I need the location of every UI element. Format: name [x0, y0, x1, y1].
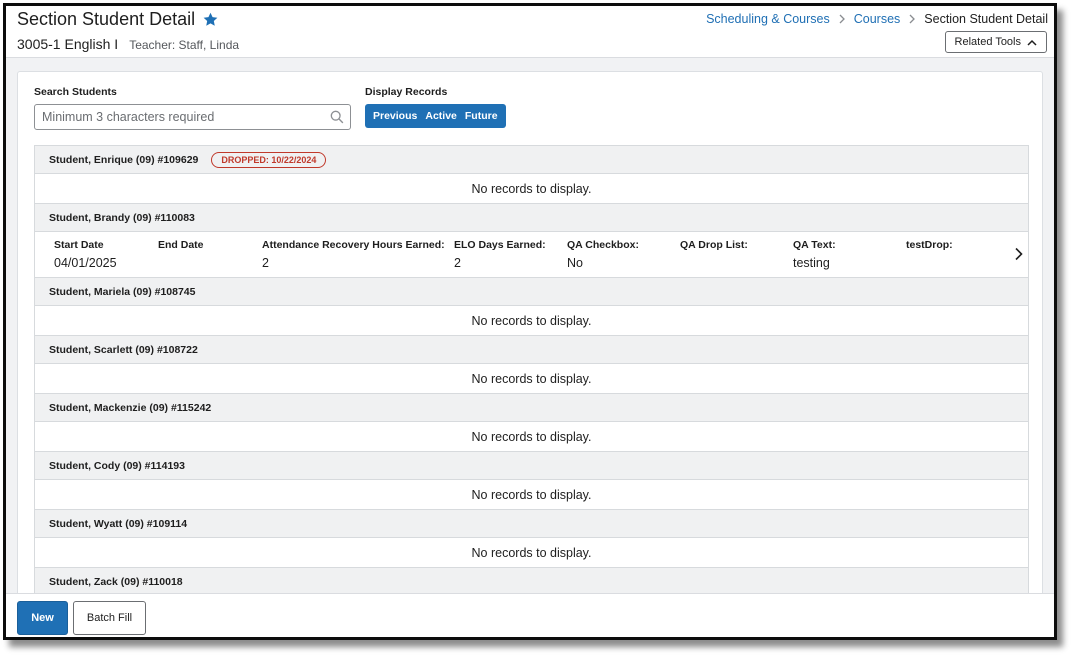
empty-records-row: No records to display.: [35, 538, 1028, 568]
empty-text: No records to display.: [471, 429, 592, 444]
display-records-label: Display Records: [365, 86, 448, 98]
student-header-row[interactable]: Student, Mariela (09) #108745: [35, 278, 1028, 306]
col-end-date-header: End Date: [158, 239, 204, 251]
col-qa-text-header: QA Text:: [793, 239, 836, 251]
empty-text: No records to display.: [471, 313, 592, 328]
col-elo-days-value: 2: [454, 256, 461, 270]
page-header: Section Student Detail 3005-1 English I …: [6, 6, 1054, 58]
col-start-date-header: Start Date: [54, 239, 104, 251]
chevron-right-icon: [909, 14, 916, 24]
related-tools-button[interactable]: Related Tools: [944, 31, 1047, 53]
col-qa-checkbox-header: QA Checkbox:: [567, 239, 639, 251]
search-students-label: Search Students: [34, 86, 117, 98]
batch-fill-button[interactable]: Batch Fill: [73, 601, 146, 635]
student-header-row[interactable]: Student, Zack (09) #110018: [35, 568, 1028, 596]
student-header-row[interactable]: Student, Enrique (09) #109629 DROPPED: 1…: [35, 146, 1028, 174]
star-icon[interactable]: [202, 11, 219, 28]
search-input[interactable]: [35, 105, 315, 129]
empty-text: No records to display.: [471, 181, 592, 196]
chevron-up-icon: [1027, 39, 1037, 46]
search-box: [34, 104, 351, 130]
student-list-card: Search Students Display Records Previous…: [17, 71, 1043, 611]
breadcrumb-courses[interactable]: Courses: [854, 12, 901, 26]
student-header-row[interactable]: Student, Cody (09) #114193: [35, 452, 1028, 480]
chevron-right-icon: [839, 14, 845, 24]
page-title-text: Section Student Detail: [17, 9, 196, 29]
related-tools-label: Related Tools: [954, 36, 1021, 48]
display-previous-button[interactable]: Previous: [369, 110, 421, 122]
student-name: Student, Cody (09) #114193: [49, 459, 185, 472]
empty-records-row: No records to display.: [35, 480, 1028, 510]
page-title: Section Student Detail: [17, 9, 219, 30]
table-row[interactable]: Start Date 04/01/2025 End Date Attendanc…: [35, 232, 1028, 278]
app-window: Section Student Detail 3005-1 English I …: [3, 3, 1057, 640]
col-attendance-recovery-value: 2: [262, 256, 269, 270]
students-grid: Student, Enrique (09) #109629 DROPPED: 1…: [34, 145, 1029, 610]
teacher-name: Teacher: Staff, Linda: [129, 38, 240, 52]
empty-records-row: No records to display.: [35, 174, 1028, 204]
display-records-toggle: Previous Active Future: [365, 104, 506, 128]
dropped-badge: DROPPED: 10/22/2024: [211, 151, 327, 168]
col-attendance-recovery-header: Attendance Recovery Hours Earned:: [262, 239, 445, 251]
section-subtitle: 3005-1 English I Teacher: Staff, Linda: [17, 36, 239, 52]
student-name: Student, Enrique (09) #109629: [49, 153, 199, 166]
display-active-button[interactable]: Active: [421, 110, 461, 122]
empty-records-row: No records to display.: [35, 364, 1028, 394]
empty-text: No records to display.: [471, 487, 592, 502]
course-name: 3005-1 English I: [17, 36, 119, 52]
student-name: Student, Brandy (09) #110083: [49, 211, 195, 224]
empty-text: No records to display.: [471, 545, 592, 560]
new-button[interactable]: New: [17, 601, 68, 635]
empty-records-row: No records to display.: [35, 306, 1028, 336]
breadcrumb: Scheduling & Courses Courses Section Stu…: [706, 12, 1048, 26]
student-name: Student, Mariela (09) #108745: [49, 285, 196, 298]
col-elo-days-header: ELO Days Earned:: [454, 239, 546, 251]
empty-text: No records to display.: [471, 371, 592, 386]
chevron-right-icon[interactable]: [1014, 247, 1024, 261]
search-icon[interactable]: [330, 110, 344, 124]
action-bar: New Batch Fill: [6, 593, 1054, 637]
breadcrumb-current: Section Student Detail: [924, 12, 1048, 26]
col-start-date-value: 04/01/2025: [54, 256, 117, 270]
student-name: Student, Zack (09) #110018: [49, 575, 183, 588]
student-name: Student, Scarlett (09) #108722: [49, 343, 198, 356]
col-qa-drop-list-header: QA Drop List:: [680, 239, 748, 251]
student-header-row[interactable]: Student, Mackenzie (09) #115242: [35, 394, 1028, 422]
col-qa-text-value: testing: [793, 256, 830, 270]
display-future-button[interactable]: Future: [461, 110, 502, 122]
student-header-row[interactable]: Student, Brandy (09) #110083: [35, 204, 1028, 232]
col-testdrop-header: testDrop:: [906, 239, 953, 251]
student-name: Student, Wyatt (09) #109114: [49, 517, 188, 530]
student-header-row[interactable]: Student, Wyatt (09) #109114: [35, 510, 1028, 538]
student-name: Student, Mackenzie (09) #115242: [49, 401, 212, 414]
breadcrumb-scheduling-courses[interactable]: Scheduling & Courses: [706, 12, 830, 26]
student-header-row[interactable]: Student, Scarlett (09) #108722: [35, 336, 1028, 364]
col-qa-checkbox-value: No: [567, 256, 583, 270]
empty-records-row: No records to display.: [35, 422, 1028, 452]
